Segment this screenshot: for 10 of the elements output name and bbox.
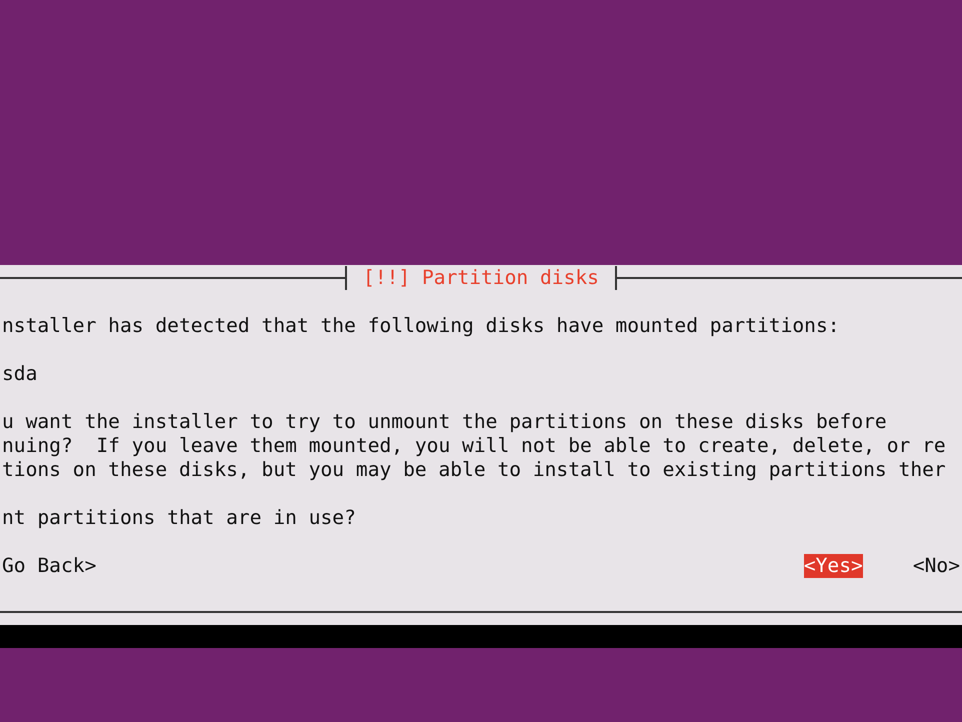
- message-text: tions on these disks, but you may be able to install to existing partitions ther: [2, 458, 947, 482]
- dialog-button[interactable]: Go Back>: [2, 554, 96, 578]
- message-text: sda: [2, 362, 38, 386]
- message-text: nstaller has detected that the following disks have mounted partitions:: [2, 314, 841, 338]
- message-text: u want the installer to try to unmount the partitions on these disks before: [2, 410, 888, 434]
- dialog-button[interactable]: <No>: [912, 554, 960, 578]
- dialog-title: [!!] Partition disks: [362, 266, 600, 290]
- dialog-button[interactable]: <Yes>: [804, 554, 863, 578]
- message-text: nuing? If you leave them mounted, you will not be able to create, delete, or re: [2, 434, 947, 458]
- message-text: nt partitions that are in use?: [2, 506, 357, 530]
